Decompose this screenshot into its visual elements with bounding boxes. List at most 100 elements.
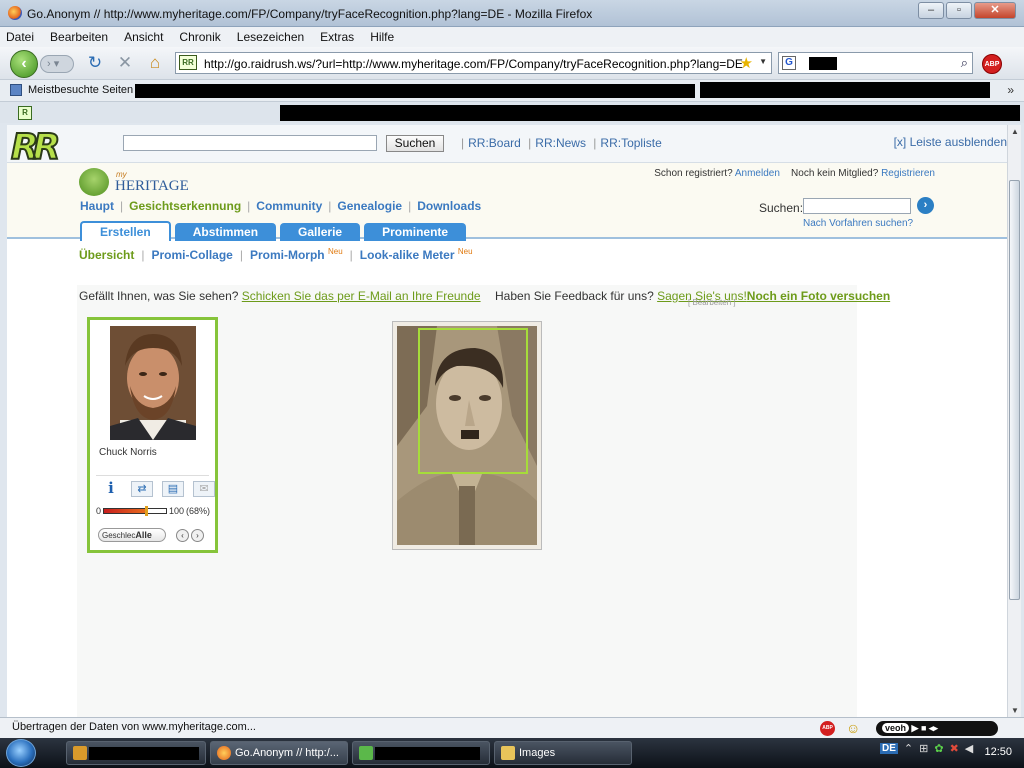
- redacted-task-label: [89, 747, 199, 760]
- system-clock[interactable]: 12:50: [984, 746, 1012, 758]
- veoh-player[interactable]: veoh ▶ ■ ◂▸: [876, 721, 998, 736]
- tray-shield-icon[interactable]: ✿: [934, 742, 943, 755]
- ancestor-search-link[interactable]: Nach Vorfahren suchen?: [803, 218, 913, 229]
- forward-button[interactable]: › ▾: [40, 55, 74, 73]
- home-icon[interactable]: ⌂: [146, 54, 164, 72]
- tray-volume-icon[interactable]: ◀: [965, 742, 973, 755]
- nav-downloads[interactable]: Downloads: [417, 199, 481, 213]
- nav-gesichtserkennung[interactable]: Gesichtserkennung: [129, 199, 241, 213]
- subnav-uebersicht[interactable]: Übersicht: [79, 248, 134, 262]
- task-redacted-2[interactable]: [352, 741, 490, 765]
- scroll-up-icon[interactable]: ▲: [1011, 127, 1019, 136]
- info-icon[interactable]: i: [100, 481, 122, 497]
- bookmark-most-visited[interactable]: Meistbesuchte Seiten: [28, 84, 133, 96]
- face-detection-box[interactable]: [418, 328, 528, 474]
- raidrush-search-button[interactable]: Suchen: [386, 135, 444, 152]
- myheritage-logo[interactable]: HERITAGE: [115, 178, 189, 195]
- celebrity-photo[interactable]: [110, 326, 196, 440]
- meter-max: 100: [169, 506, 185, 516]
- greasemonkey-icon[interactable]: ☺: [846, 720, 860, 736]
- celebrity-match-card: Chuck Norris i ⇄ ▤ ✉ 0 100 (68%) Geschle…: [87, 317, 218, 553]
- rr-board-link[interactable]: RR:Board: [468, 136, 521, 150]
- scrollbar-thumb[interactable]: [1009, 180, 1020, 600]
- edit-label[interactable]: [ Bearbeiten ]: [688, 298, 736, 307]
- search-box[interactable]: G ⌕: [778, 52, 973, 74]
- redacted-toolbar: [280, 105, 1020, 121]
- addon-toolbar: R: [0, 101, 1024, 123]
- site-search-go-icon[interactable]: ›: [917, 197, 934, 214]
- tab-prominente[interactable]: Prominente: [364, 223, 467, 241]
- raidrush-search-input[interactable]: [123, 135, 377, 151]
- search-engine-icon[interactable]: G: [782, 56, 796, 70]
- next-arrow-icon[interactable]: ›: [191, 528, 204, 542]
- nav-genealogie[interactable]: Genealogie: [337, 199, 402, 213]
- tray-antivirus-icon[interactable]: ✖: [950, 742, 959, 755]
- page-scrollbar[interactable]: ▲ ▼: [1007, 125, 1021, 717]
- meter-fill: [104, 509, 147, 513]
- start-button[interactable]: [6, 739, 36, 767]
- card-divider: [96, 475, 209, 476]
- search-icon[interactable]: ⌕: [961, 55, 968, 71]
- email-icon[interactable]: ✉: [193, 481, 215, 497]
- stop-icon[interactable]: ✕: [116, 54, 134, 72]
- register-link[interactable]: Registrieren: [881, 168, 935, 179]
- subnav-look-alike-meter[interactable]: Look-alike Meter: [360, 248, 455, 262]
- pager: ‹ ›: [176, 528, 204, 542]
- login-link[interactable]: Anmelden: [735, 168, 780, 179]
- compare-icon[interactable]: ⇄: [131, 481, 153, 497]
- tray-network-icon[interactable]: ⊞: [919, 742, 928, 755]
- hide-bar-link[interactable]: [x] Leiste ausblenden: [894, 135, 1007, 149]
- minimize-button[interactable]: –: [918, 2, 944, 19]
- rr-news-link[interactable]: RR:News: [535, 136, 586, 150]
- bookmarks-overflow-icon[interactable]: »: [1007, 83, 1014, 97]
- menu-bearbeiten[interactable]: Bearbeiten: [50, 30, 108, 44]
- firefox-task-icon: [217, 746, 231, 760]
- previous-arrow-icon[interactable]: ‹: [176, 528, 189, 542]
- reload-icon[interactable]: ↻: [86, 54, 104, 72]
- adblock-icon[interactable]: ABP: [982, 54, 1002, 74]
- tab-abstimmen[interactable]: Abstimmen: [174, 223, 277, 241]
- nav-haupt[interactable]: Haupt: [80, 199, 114, 213]
- celebrity-portrait-image: [110, 326, 196, 440]
- menu-hilfe[interactable]: Hilfe: [370, 30, 394, 44]
- card-actions: i ⇄ ▤ ✉: [100, 481, 215, 497]
- site-search-input[interactable]: [803, 198, 911, 214]
- adblock-status-icon[interactable]: ABP: [820, 721, 835, 736]
- subnav-promi-collage[interactable]: Promi-Collage: [151, 248, 232, 262]
- rr-topliste-link[interactable]: RR:Topliste: [600, 136, 661, 150]
- profile-card-icon[interactable]: ▤: [162, 481, 184, 497]
- url-bar[interactable]: RR http://go.raidrush.ws/?url=http://www…: [175, 52, 772, 74]
- nav-community[interactable]: Community: [256, 199, 322, 213]
- tray-arrow-icon[interactable]: ⌃: [904, 742, 913, 755]
- raidrush-logo[interactable]: RR: [10, 127, 62, 169]
- meter-marker: [145, 506, 149, 516]
- main-nav: Haupt | Gesichtserkennung | Community | Geneal…: [80, 199, 482, 213]
- share-email-link[interactable]: Schicken Sie das per E-Mail an Ihre Freu…: [242, 289, 481, 303]
- bookmark-star-icon[interactable]: ★: [740, 54, 753, 72]
- retry-photo-link[interactable]: Noch ein Foto versuchen: [747, 289, 890, 303]
- scroll-down-icon[interactable]: ▼: [1011, 706, 1019, 715]
- myheritage-tree-icon[interactable]: [79, 168, 109, 196]
- url-dropdown-icon[interactable]: ▼: [759, 57, 767, 66]
- task-firefox[interactable]: Go.Anonym // http:/...: [210, 741, 348, 765]
- task-redacted-1[interactable]: [66, 741, 206, 765]
- login-prompt: Schon registriert?: [654, 168, 733, 179]
- close-button[interactable]: ✕: [974, 2, 1016, 19]
- back-button[interactable]: ‹: [10, 50, 38, 78]
- menu-datei[interactable]: Datei: [6, 30, 34, 44]
- menu-extras[interactable]: Extras: [320, 30, 354, 44]
- task-images[interactable]: Images: [494, 741, 632, 765]
- gender-filter[interactable]: GeschlecAlle: [98, 528, 166, 542]
- maximize-button[interactable]: ▫: [946, 2, 972, 19]
- addon-toolbar-icon[interactable]: R: [18, 106, 32, 120]
- menu-chronik[interactable]: Chronik: [179, 30, 220, 44]
- subnav-promi-morph[interactable]: Promi-Morph: [250, 248, 325, 262]
- tab-erstellen[interactable]: Erstellen: [80, 221, 171, 241]
- url-text: http://go.raidrush.ws/?url=http://www.my…: [204, 57, 743, 71]
- language-indicator[interactable]: DE: [880, 743, 898, 754]
- menu-lesezeichen[interactable]: Lesezeichen: [237, 30, 304, 44]
- tab-gallerie[interactable]: Gallerie: [280, 223, 361, 241]
- task-icon: [73, 746, 87, 760]
- folder-icon: [501, 746, 515, 760]
- menu-ansicht[interactable]: Ansicht: [124, 30, 163, 44]
